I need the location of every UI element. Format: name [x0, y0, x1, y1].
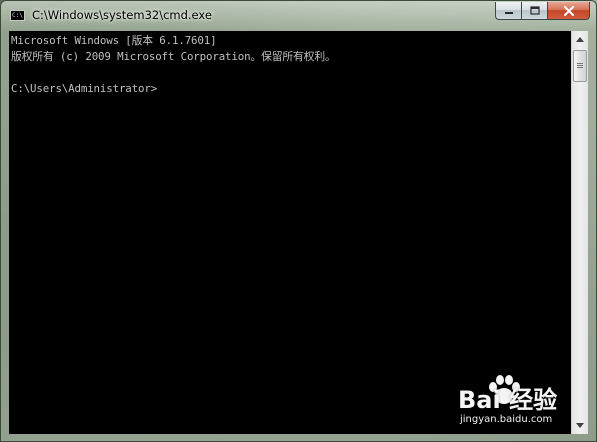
close-icon	[563, 5, 574, 16]
minimize-icon	[504, 11, 513, 14]
console-line-version: Microsoft Windows [版本 6.1.7601]	[11, 34, 217, 47]
window-title: C:\Windows\system32\cmd.exe	[32, 8, 212, 22]
watermark-url: jingyan.baidu.com	[460, 414, 553, 425]
vertical-scrollbar[interactable]	[571, 31, 588, 434]
window-controls	[495, 2, 590, 20]
minimize-button[interactable]	[495, 2, 521, 20]
scroll-thumb[interactable]	[573, 50, 587, 82]
grip-line	[577, 63, 583, 64]
arrow-up-icon	[576, 37, 584, 42]
console-line-copyright: 版权所有 (c) 2009 Microsoft Corporation。保留所有…	[11, 50, 336, 63]
title-bar[interactable]: C:\ C:\Windows\system32\cmd.exe	[1, 1, 596, 31]
watermark-logo-text: Bai 经验	[458, 386, 558, 414]
maximize-icon	[529, 6, 540, 15]
console-app-icon[interactable]: C:\	[10, 10, 25, 21]
baidu-jingyan-watermark: Bai 经验 jingyan.baidu.com	[440, 375, 590, 436]
grip-line	[577, 67, 583, 68]
grip-line	[577, 65, 583, 66]
maximize-button[interactable]	[521, 2, 547, 20]
scroll-up-button[interactable]	[572, 31, 588, 48]
console-prompt[interactable]: C:\Users\Administrator>	[11, 81, 157, 97]
close-button[interactable]	[547, 2, 590, 20]
